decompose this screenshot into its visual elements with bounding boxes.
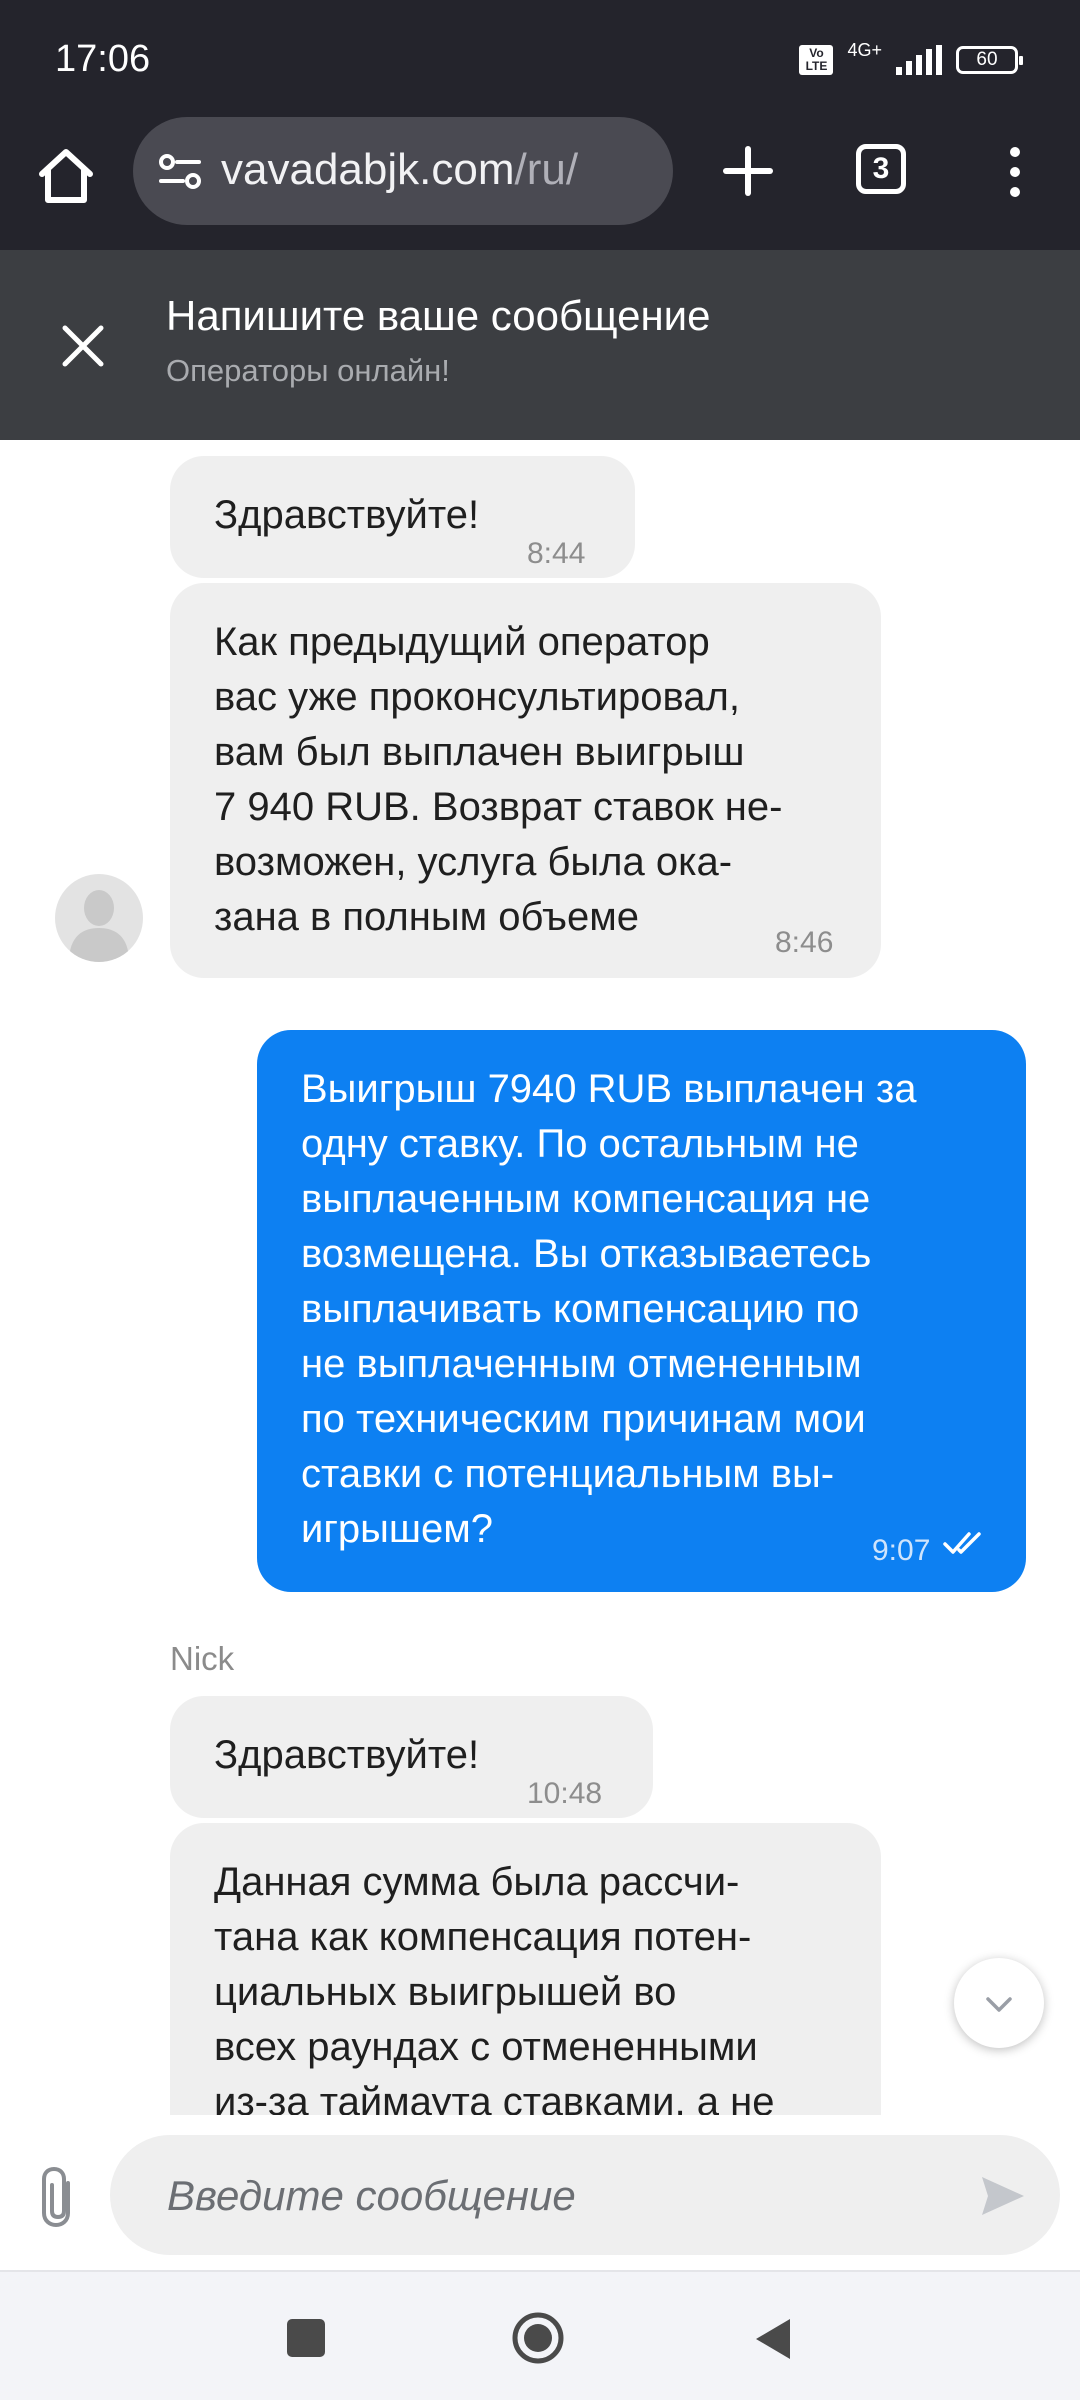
message-list[interactable]: Здравствуйте! 8:44 Как предыдущий операт… (0, 440, 1080, 2115)
status-bar: 17:06 Vo LTE 4G+ 60 (0, 0, 1080, 117)
paperclip-icon (42, 2166, 70, 2228)
tabs-icon[interactable]: 3 (856, 144, 906, 194)
nav-recents-icon[interactable] (287, 2319, 325, 2357)
network-type: 4G+ (847, 39, 882, 60)
url-text[interactable]: vavadabjk.com/ru/ (221, 145, 578, 195)
message-text: Данная сумма была рассчи- тана как компе… (214, 1860, 775, 2115)
attach-button[interactable] (36, 2165, 84, 2231)
message-input[interactable] (165, 2163, 929, 2229)
nav-back-icon[interactable] (750, 2315, 794, 2363)
message-incoming: Как предыдущий оператор вас уже проконсу… (170, 583, 881, 978)
message-incoming: Данная сумма была рассчи- тана как компе… (170, 1823, 881, 2115)
chat-subtitle: Операторы онлайн! (166, 353, 450, 388)
avatar-icon (69, 890, 129, 962)
sender-name: Nick (170, 1640, 235, 1677)
chat-header: Напишите ваше сообщение Операторы онлайн… (0, 250, 1080, 440)
more-vert-icon[interactable] (990, 142, 1040, 202)
message-text: Выигрыш 7940 RUB выплачен за одну ставку… (301, 1067, 917, 1551)
chevron-down-icon (986, 1997, 1012, 2012)
double-check-icon (943, 1532, 981, 1554)
message-time: 8:44 (527, 537, 586, 570)
system-nav-bar (0, 2270, 1080, 2400)
status-time: 17:06 (55, 38, 151, 80)
site-settings-icon[interactable] (155, 147, 205, 197)
home-button[interactable] (32, 142, 100, 210)
address-bar[interactable]: vavadabjk.com/ru/ (133, 117, 673, 225)
message-time: 10:48 (527, 1777, 603, 1810)
message-incoming: Здравствуйте! 8:44 (170, 456, 635, 578)
close-icon (62, 325, 104, 367)
battery-icon: 60 (956, 46, 1023, 74)
chat-title: Напишите ваше сообщение (166, 292, 711, 339)
message-text: Как предыдущий оператор вас уже проконсу… (214, 620, 783, 939)
message-time: 8:46 (775, 926, 834, 959)
plus-icon (723, 146, 773, 196)
new-tab-button[interactable] (712, 135, 784, 207)
url-domain: vavadabjk.com (221, 145, 515, 194)
close-chat-button[interactable] (55, 318, 111, 374)
message-time: 9:07 (872, 1534, 931, 1567)
scroll-down-button[interactable] (954, 1958, 1044, 2048)
nav-home-icon[interactable] (510, 2310, 566, 2366)
home-icon (39, 149, 93, 203)
send-icon (982, 2177, 1024, 2215)
volte-icon: Vo LTE (799, 45, 834, 75)
composer (0, 2115, 1080, 2270)
url-path: /ru/ (514, 145, 579, 194)
avatar (55, 874, 143, 962)
browser-toolbar: vavadabjk.com/ru/ 3 (0, 117, 1080, 250)
message-outgoing: Выигрыш 7940 RUB выплачен за одну ставку… (257, 1030, 1026, 1592)
signal-icon (896, 45, 942, 75)
status-icons: Vo LTE 4G+ 60 (799, 39, 1023, 80)
message-input-container[interactable] (110, 2135, 1060, 2255)
send-button[interactable] (976, 2169, 1030, 2223)
message-incoming: Здравствуйте! 10:48 (170, 1696, 653, 1818)
